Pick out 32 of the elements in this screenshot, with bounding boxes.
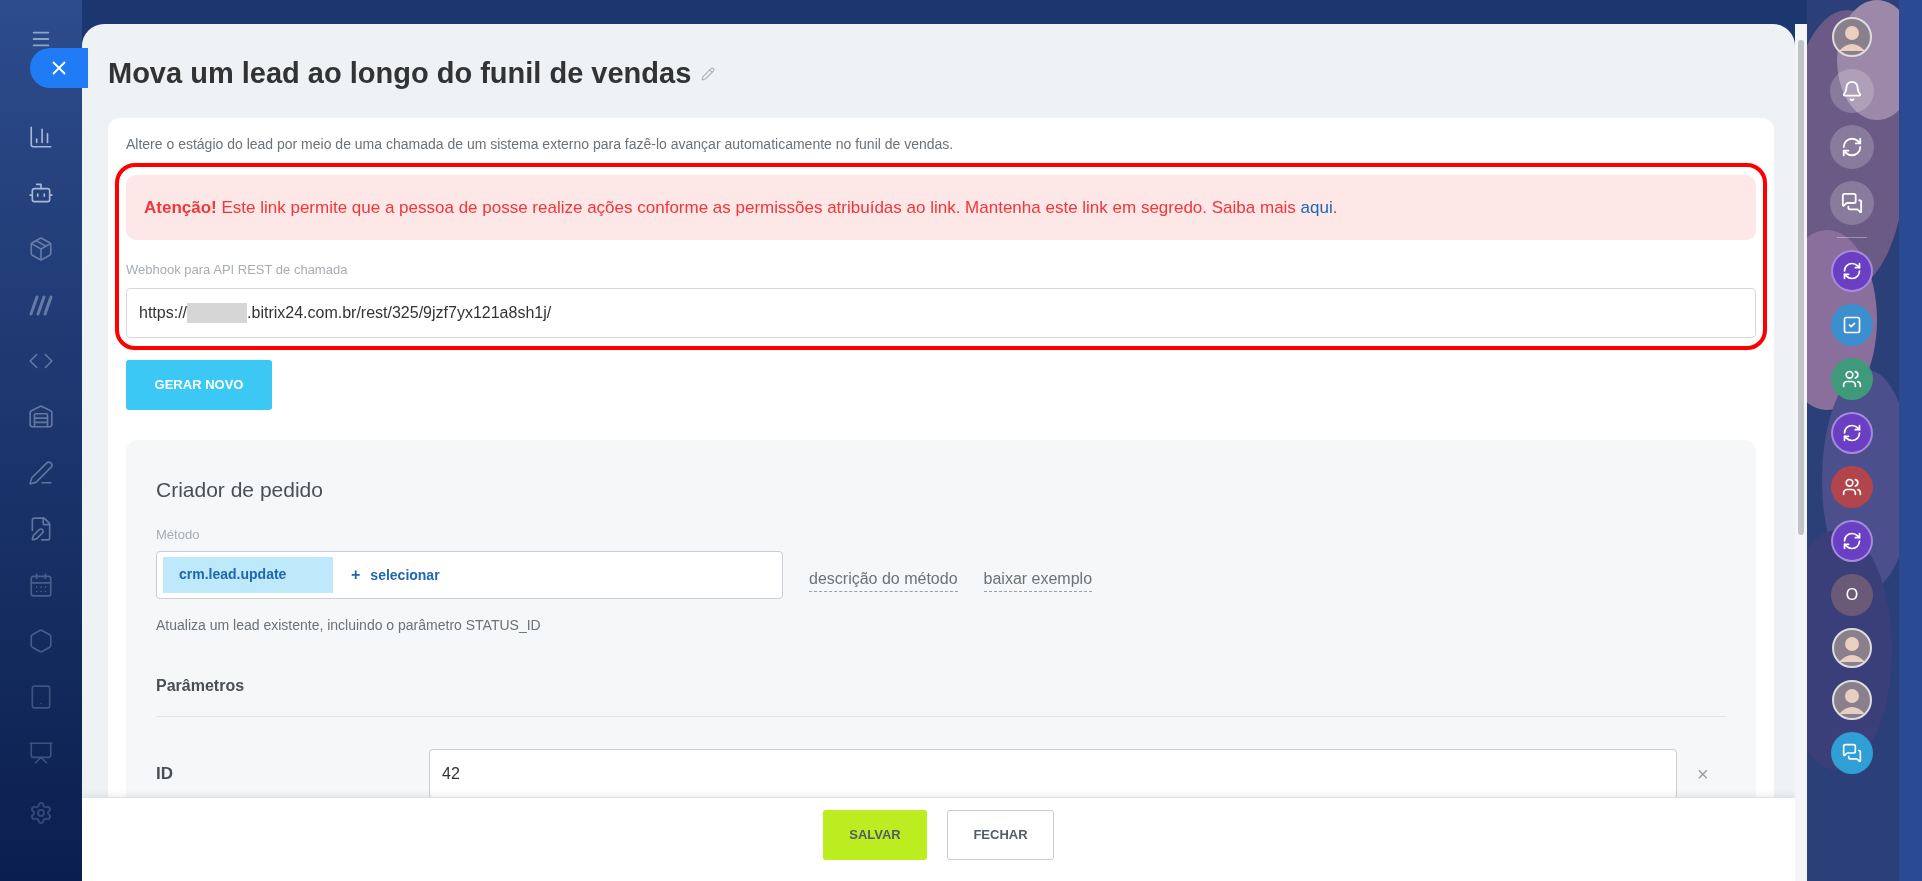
box-icon[interactable] bbox=[28, 236, 54, 262]
method-description: Atualiza um lead existente, incluindo o parâmetro STATUS_ID bbox=[156, 615, 542, 635]
learn-more-link[interactable]: aqui bbox=[1300, 197, 1333, 217]
pen-icon[interactable] bbox=[28, 460, 54, 486]
warehouse-icon[interactable] bbox=[28, 404, 54, 430]
section-title: Criador de pedido bbox=[156, 476, 324, 503]
params-title: Parâmetros bbox=[156, 675, 246, 696]
dashed-link[interactable]: baixar exemplo bbox=[983, 567, 1093, 592]
scrollbar-thumb[interactable] bbox=[1798, 40, 1804, 535]
avatar-icon[interactable] bbox=[1832, 17, 1872, 57]
close-form-button[interactable]: FECHAR bbox=[947, 809, 1054, 860]
webhook-field[interactable]: https:// .bitrix24.com.br/rest/325/9jzf7yx121a8sh1j/ bbox=[126, 287, 1756, 338]
field-label: Webhook para API REST de chamada bbox=[126, 261, 349, 279]
method-field[interactable]: crm.lead.update + selecionar bbox=[156, 550, 783, 599]
param-name: ID bbox=[156, 762, 174, 785]
avatar-icon[interactable] bbox=[1832, 680, 1872, 720]
dashed-link[interactable]: descrição do método bbox=[809, 567, 958, 592]
close-button[interactable] bbox=[30, 48, 88, 88]
select-button[interactable]: + selecionar bbox=[351, 562, 440, 587]
warning-text: Atenção! Este link permite que a pessoa de posse realize ações conforme as permissões atribuídas ao link. Mantenha este link em segredo. Saiba mais aqui. bbox=[144, 196, 1339, 219]
param-field[interactable]: 42 bbox=[429, 748, 1677, 797]
chat-icon[interactable] bbox=[1830, 181, 1874, 225]
page-title: Mova um lead ao longo do funil de vendas bbox=[108, 56, 692, 91]
redacted-text bbox=[187, 302, 248, 323]
bar-chart-icon[interactable] bbox=[28, 124, 54, 150]
bell-icon[interactable] bbox=[1830, 69, 1874, 113]
sync-icon[interactable] bbox=[1830, 125, 1874, 169]
method-tag: crm.lead.update bbox=[163, 556, 333, 593]
description-text: Altere o estágio do lead por meio de uma chamada de um sistema externo para fazê-lo avançar automaticamente no funil de vendas. bbox=[126, 134, 955, 154]
avatar-icon[interactable] bbox=[1832, 628, 1872, 668]
save-button[interactable]: SALVAR bbox=[823, 809, 927, 860]
field-label: Método bbox=[156, 526, 201, 544]
